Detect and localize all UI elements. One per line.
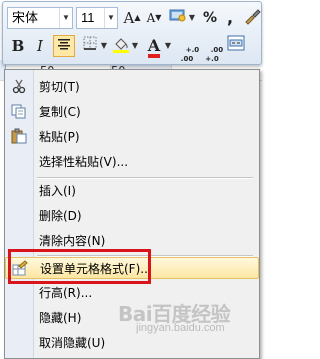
italic-button[interactable]: I (29, 35, 51, 57)
shrink-font-icon: A (146, 11, 156, 25)
accounting-format-button[interactable] (167, 7, 189, 29)
currency-icon (169, 9, 186, 22)
menu-item-copy[interactable]: 复制(C) (5, 101, 259, 123)
watermark-url: jingyan.baidu.com (136, 322, 225, 334)
menu-item-label: 剪切(T) (39, 80, 80, 94)
menu-item-paste-special[interactable]: 选择性粘贴(V)... (5, 151, 259, 173)
merge-center-button[interactable] (225, 35, 247, 57)
paint-bucket-icon (113, 38, 129, 53)
grow-font-button[interactable]: A▲ (121, 7, 143, 29)
comma-style-button[interactable]: , (219, 7, 241, 29)
menu-item-label: 行高(R)... (39, 286, 93, 300)
chevron-down-icon[interactable]: ▼ (59, 8, 72, 28)
menu-item-label: 复制(C) (39, 105, 81, 119)
menu-separator (37, 177, 253, 179)
menu-item-insert[interactable]: 插入(I) (5, 180, 259, 202)
bold-icon: B (11, 37, 25, 55)
font-color-icon: A (147, 38, 161, 58)
menu-item-paste[interactable]: 粘贴(P) (5, 126, 259, 148)
menu-item-unhide[interactable]: 取消隐藏(U) (5, 332, 259, 354)
merge-cells-icon (227, 35, 245, 51)
chevron-down-icon[interactable]: ▼ (131, 35, 139, 57)
menu-item-label: 选择性粘贴(V)... (39, 155, 129, 169)
menu-item-delete[interactable]: 删除(D) (5, 205, 259, 227)
borders-button[interactable] (79, 35, 101, 57)
increase-decimal-button[interactable]: +.0 .00 (176, 35, 199, 63)
paintbrush-icon (245, 9, 261, 25)
mini-toolbar: 宋体 ▼ 11 ▼ A▲ A▼ ▼ % , B I ▼ ▼ A ▼ +.0 .0… (2, 1, 262, 65)
menu-item-label: 粘贴(P) (39, 130, 80, 144)
menu-item-label: 插入(I) (39, 184, 76, 198)
fill-color-button[interactable] (110, 35, 132, 57)
font-size-value: 11 (81, 10, 95, 25)
paste-icon (10, 128, 28, 146)
copy-icon (10, 103, 28, 121)
italic-icon: I (37, 37, 43, 55)
shrink-font-button[interactable]: A▼ (143, 7, 165, 29)
chevron-down-icon[interactable]: ▼ (104, 8, 117, 28)
align-center-button[interactable] (53, 35, 75, 57)
increase-decimal-icon: +.0 .00 (180, 46, 200, 63)
font-name-combo[interactable]: 宋体 ▼ (7, 7, 73, 29)
percent-icon: % (202, 10, 218, 26)
font-size-combo[interactable]: 11 ▼ (76, 7, 118, 29)
comma-icon: , (226, 8, 234, 27)
chevron-down-icon[interactable]: ▼ (164, 35, 172, 57)
menu-item-label: 取消隐藏(U) (39, 336, 106, 350)
borders-icon (83, 36, 97, 50)
menu-item-cut[interactable]: 剪切(T) (5, 76, 259, 98)
percent-style-button[interactable]: % (199, 7, 221, 29)
menu-item-label: 删除(D) (39, 209, 82, 223)
grow-font-icon: A (123, 9, 135, 27)
highlight-annotation-box (8, 249, 151, 284)
format-painter-button[interactable] (241, 7, 263, 29)
scissors-icon (10, 78, 28, 96)
font-color-button[interactable]: A (143, 35, 165, 58)
menu-item-label: 隐藏(H) (39, 311, 82, 325)
decrease-decimal-icon: .00 +.0 (205, 46, 224, 63)
chevron-down-icon[interactable]: ▼ (188, 7, 196, 29)
bold-button[interactable]: B (7, 35, 29, 57)
font-name-value: 宋体 (12, 10, 39, 25)
align-center-icon (58, 39, 70, 50)
chevron-down-icon[interactable]: ▼ (100, 35, 108, 57)
decrease-decimal-button[interactable]: .00 +.0 (201, 35, 223, 63)
